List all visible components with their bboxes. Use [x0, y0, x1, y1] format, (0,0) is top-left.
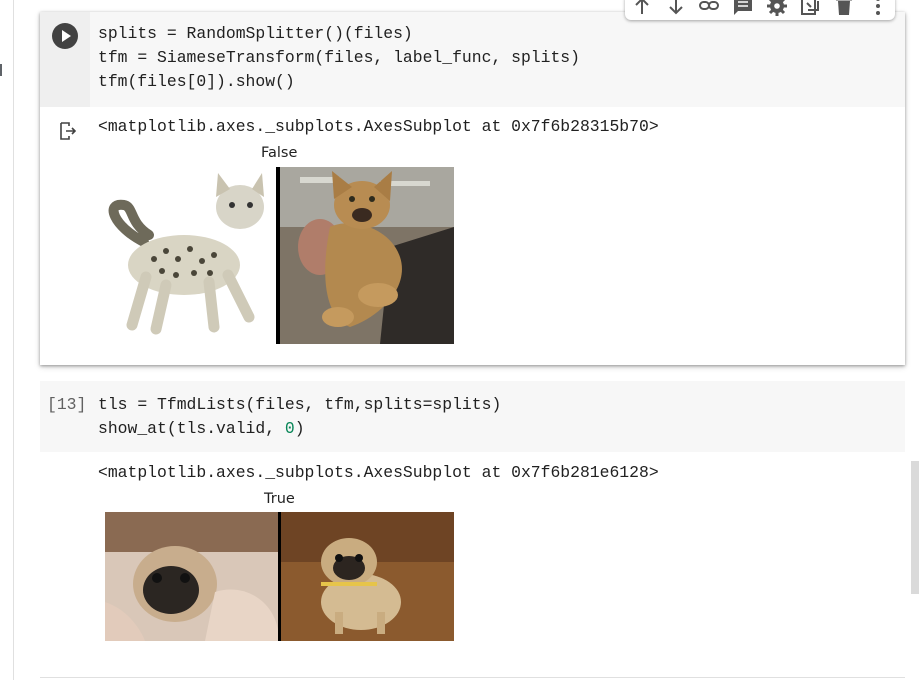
scrollbar-thumb[interactable] — [911, 461, 919, 594]
cat-image-right — [280, 167, 454, 344]
mirror-cell-icon[interactable] — [798, 0, 822, 18]
code-line: tls = TfmdLists(files, tfm,splits=splits… — [98, 395, 502, 414]
cell-source[interactable]: splits = RandomSplitter()(files) tfm = Si… — [98, 22, 580, 94]
cell-source[interactable]: tls = TfmdLists(files, tfm,splits=splits… — [98, 393, 501, 441]
output-text: <matplotlib.axes._subplots.AxesSubplot a… — [98, 463, 659, 482]
execution-count: [13] — [47, 395, 87, 414]
run-gutter — [40, 12, 90, 107]
code-line: show_at(tls.valid, 0) — [98, 417, 501, 441]
code-text: tfm(files[0]).show() — [98, 72, 295, 91]
arrow-down-icon[interactable] — [664, 0, 688, 18]
more-vert-icon[interactable] — [866, 0, 890, 18]
link-icon[interactable] — [697, 0, 721, 18]
code-line: tfm = SiameseTransform(files, label_func… — [98, 48, 580, 67]
figure-title: False — [261, 145, 298, 161]
figure-title: True — [264, 491, 295, 507]
output-text: <matplotlib.axes._subplots.AxesSubplot a… — [98, 117, 659, 136]
gear-icon[interactable] — [765, 0, 789, 18]
pug-image-right — [281, 512, 454, 641]
gutter-marker — [0, 64, 2, 76]
code-text: show_at(tls.valid, — [98, 419, 285, 438]
comment-icon[interactable] — [731, 0, 755, 18]
pug-image-left — [105, 512, 279, 641]
output-actions-icon[interactable] — [58, 121, 78, 141]
code-text: ) — [294, 419, 305, 438]
delete-icon[interactable] — [832, 0, 856, 18]
code-number: 0 — [284, 419, 295, 438]
code-line: tfm(files[0]).show() — [98, 70, 580, 94]
left-gutter-divider — [13, 0, 14, 680]
cat-image-left — [104, 167, 277, 344]
code-line: splits = RandomSplitter()(files) — [98, 24, 413, 43]
arrow-up-icon[interactable] — [630, 0, 654, 18]
cell-toolbar — [625, 0, 895, 20]
cell-divider — [40, 677, 905, 678]
run-cell-button[interactable] — [52, 23, 78, 49]
